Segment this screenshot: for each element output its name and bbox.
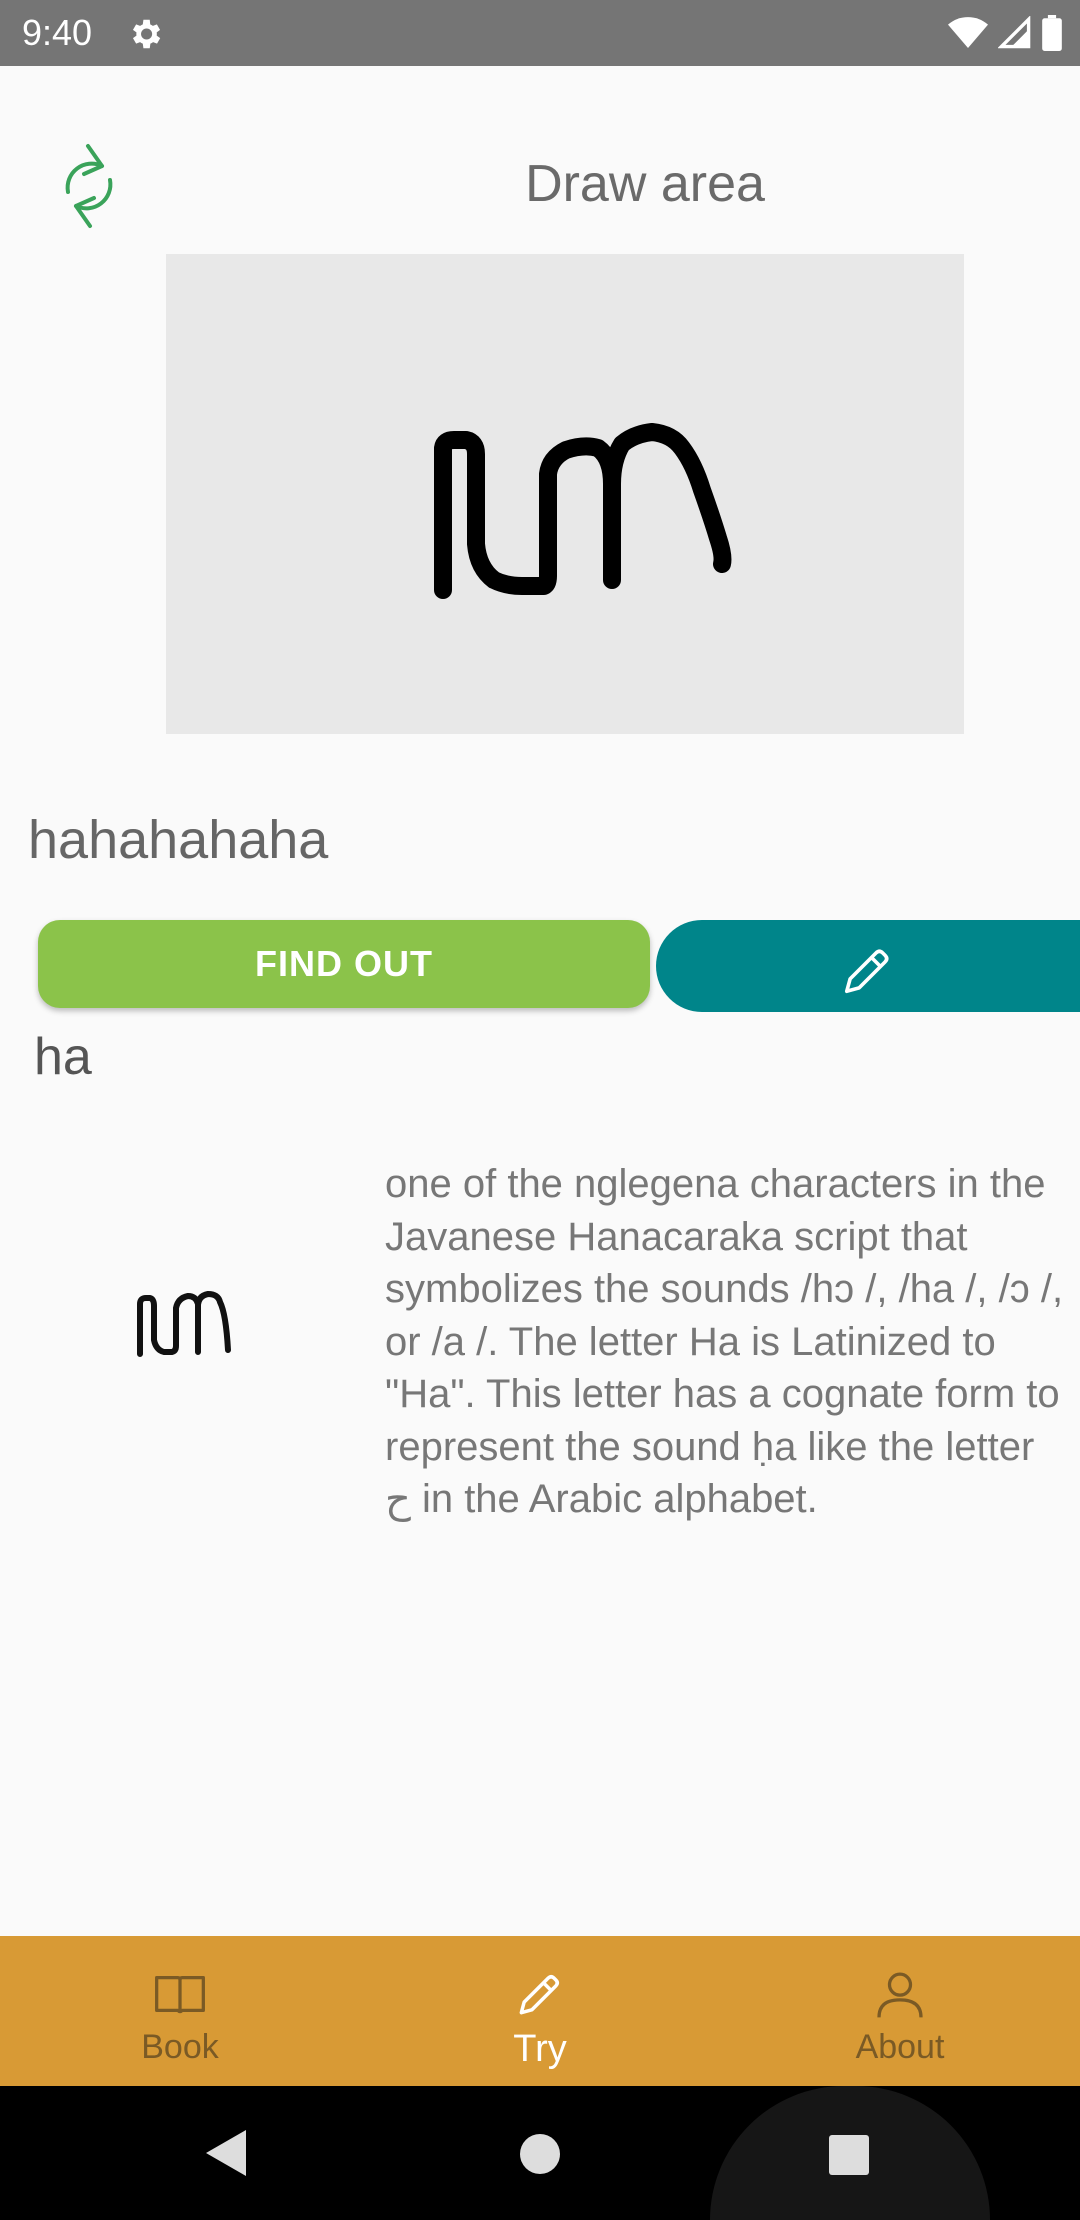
nav-label-try: Try bbox=[513, 2028, 567, 2070]
refresh-icon[interactable] bbox=[58, 140, 120, 232]
person-icon bbox=[877, 1972, 923, 2018]
status-icons bbox=[948, 14, 1062, 52]
battery-icon bbox=[1042, 15, 1062, 51]
edit-button[interactable] bbox=[656, 920, 1080, 1012]
nav-item-try[interactable]: Try bbox=[360, 1936, 720, 2086]
nav-label-book: Book bbox=[141, 2028, 219, 2066]
recognized-text: hahahahaha bbox=[28, 810, 329, 870]
home-icon[interactable] bbox=[518, 2132, 562, 2176]
javanese-ha-glyph bbox=[137, 1291, 231, 1357]
nav-item-about[interactable]: About bbox=[720, 1936, 1080, 2086]
page-title: Draw area bbox=[525, 155, 765, 213]
bottom-navigation: Book Try About bbox=[0, 1936, 1080, 2086]
wifi-icon bbox=[948, 17, 988, 48]
drawing-canvas[interactable] bbox=[166, 254, 964, 734]
status-time: 9:40 bbox=[22, 12, 93, 53]
pencil-icon bbox=[844, 949, 889, 994]
back-icon[interactable] bbox=[204, 2128, 248, 2178]
recents-icon[interactable] bbox=[828, 2134, 870, 2176]
find-out-button[interactable]: FIND OUT bbox=[38, 920, 650, 1008]
handwritten-stroke bbox=[434, 423, 732, 599]
pencil-icon bbox=[519, 1974, 560, 2015]
latin-transliteration: ha bbox=[34, 1028, 92, 1086]
nav-item-book[interactable]: Book bbox=[0, 1936, 360, 2086]
settings-icon bbox=[132, 19, 161, 49]
book-icon bbox=[155, 1976, 205, 2014]
status-bar: 9:40 bbox=[0, 0, 1080, 66]
nav-label-about: About bbox=[855, 2028, 945, 2066]
character-description: one of the nglegena characters in the Ja… bbox=[385, 1162, 1064, 1521]
signal-icon bbox=[998, 16, 1031, 49]
